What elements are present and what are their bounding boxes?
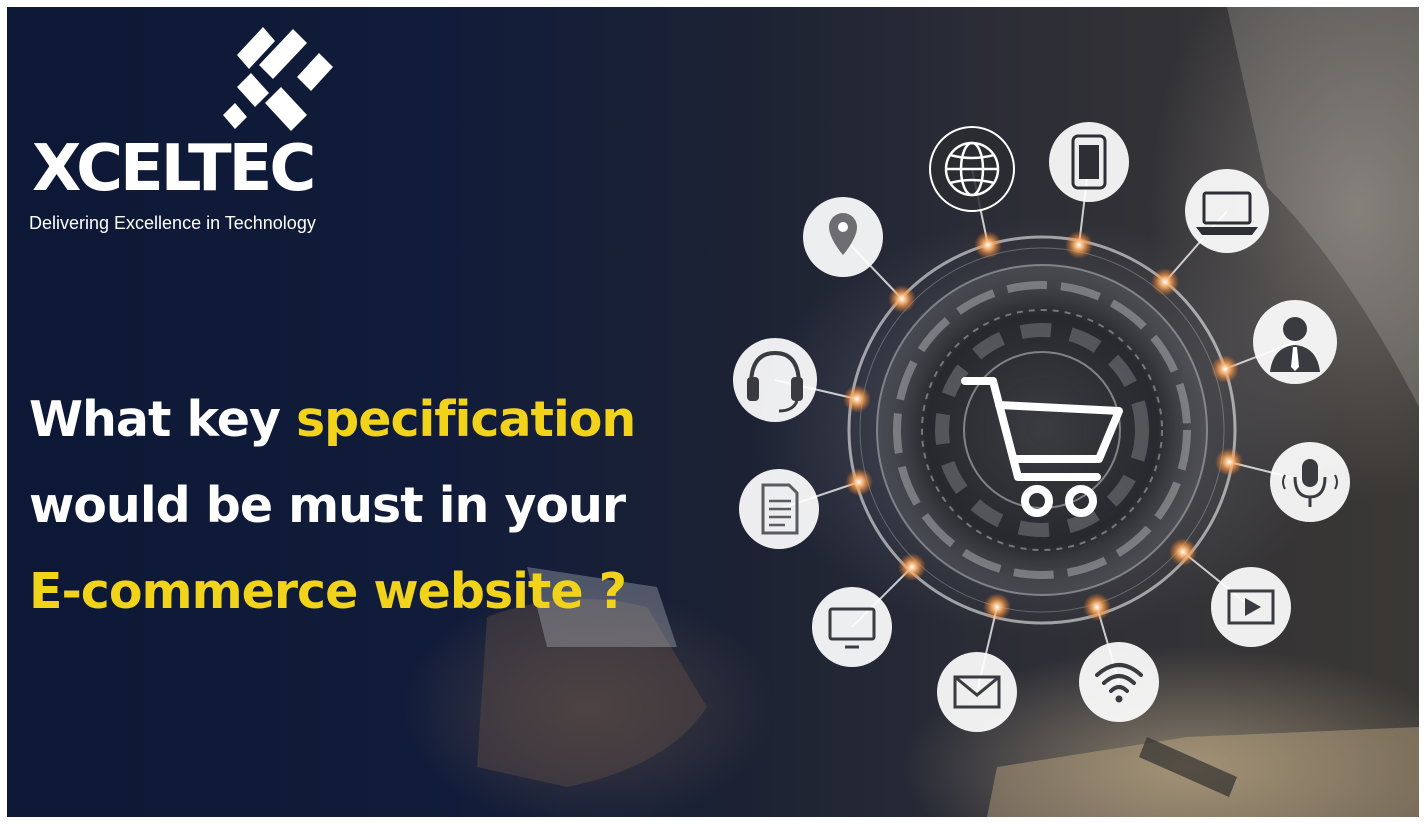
banner: XCELTEC Delivering Excellence in Technol… (7, 7, 1419, 817)
wifi-icon (1079, 642, 1159, 722)
person-icon (1253, 300, 1337, 384)
headline-highlight-specification: specification (295, 391, 636, 448)
headline: What key specification would be must in … (29, 377, 636, 635)
xceltec-logo-mark (223, 27, 333, 131)
brand-tagline: Delivering Excellence in Technology (29, 213, 316, 233)
headline-line-1: What key specification (29, 377, 636, 463)
headline-line-1-start: What key (29, 391, 296, 448)
monitor-icon (812, 587, 892, 667)
headline-line-2: would be must in your (29, 477, 626, 534)
globe-icon (929, 126, 1015, 212)
headphones-icon (733, 338, 817, 422)
headline-line-3: E-commerce website ? (29, 563, 627, 620)
document-icon (739, 469, 819, 549)
video-icon (1211, 567, 1291, 647)
tablet-icon (1049, 122, 1129, 202)
brand-name: XCELTEC (32, 132, 316, 206)
laptop-icon (1185, 169, 1269, 253)
location-pin-icon (803, 197, 883, 277)
mail-icon (937, 652, 1017, 732)
microphone-icon (1270, 442, 1350, 522)
